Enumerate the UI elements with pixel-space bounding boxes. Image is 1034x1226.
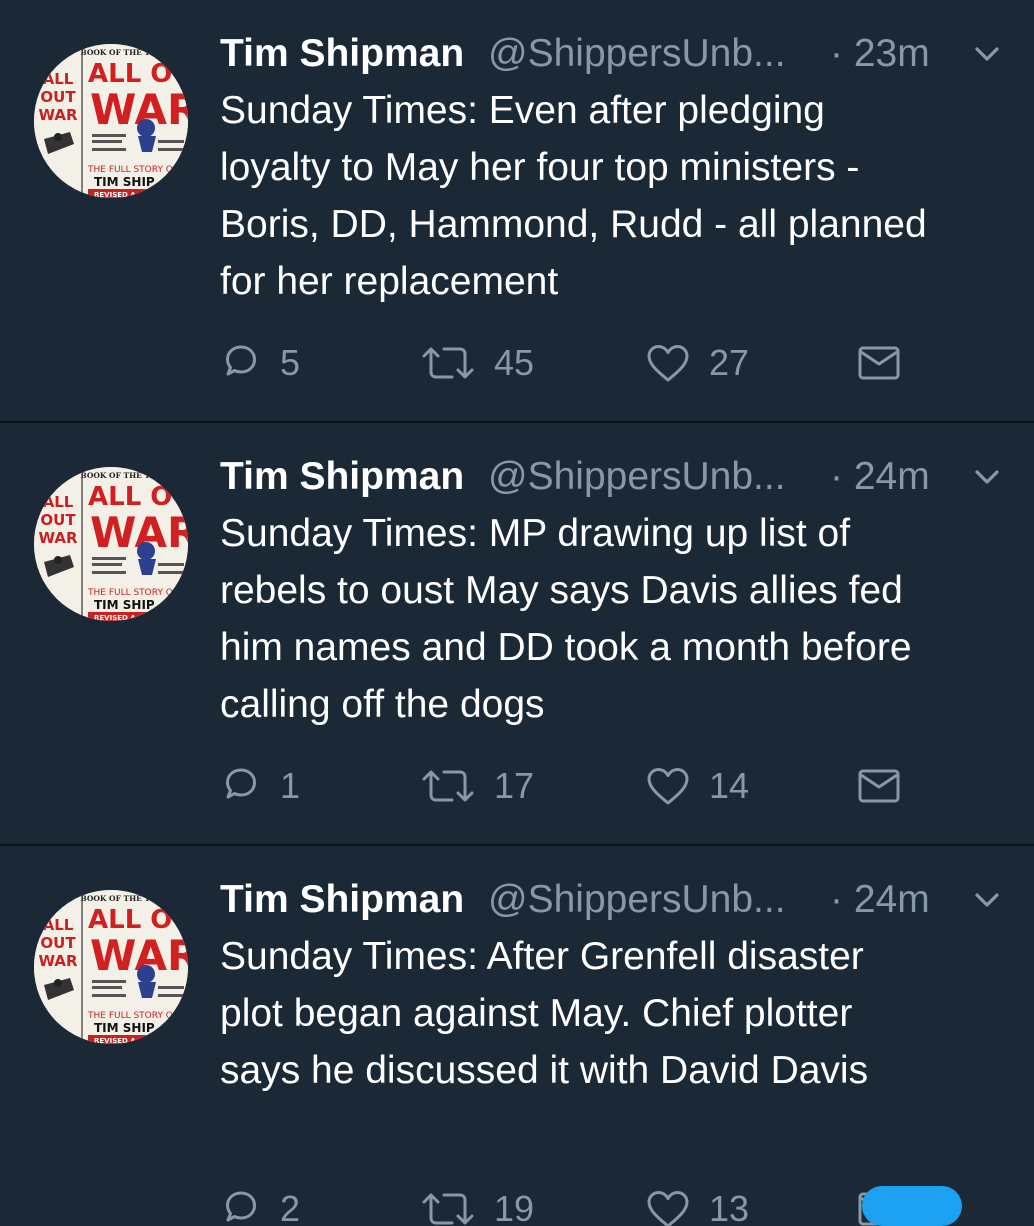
author-handle[interactable]: @ShippersUnb... bbox=[488, 874, 786, 926]
book-cover-text: REVISED A bbox=[94, 191, 136, 198]
chevron-down-icon[interactable] bbox=[972, 42, 1002, 66]
direct-message-button[interactable] bbox=[856, 336, 902, 390]
svg-text:TIM: TIM bbox=[47, 1025, 59, 1032]
book-cover-text: WAR bbox=[38, 529, 77, 547]
envelope-icon bbox=[856, 766, 902, 806]
chevron-down-icon[interactable] bbox=[972, 888, 1002, 912]
book-cover-text: OUT bbox=[40, 88, 76, 106]
chevron-down-icon[interactable] bbox=[972, 465, 1002, 489]
reply-count: 5 bbox=[280, 342, 301, 383]
author-name[interactable]: Tim Shipman bbox=[220, 451, 464, 503]
tweet-actions: 1 17 14 bbox=[220, 759, 920, 813]
book-cover-text: REVISED A bbox=[94, 614, 136, 621]
retweet-button[interactable]: 45 bbox=[420, 336, 534, 390]
reply-button[interactable]: 5 bbox=[220, 336, 300, 390]
reply-icon bbox=[220, 1188, 262, 1226]
retweet-button[interactable]: 19 bbox=[420, 1182, 534, 1226]
like-button[interactable]: 27 bbox=[645, 336, 749, 390]
reply-button[interactable]: 2 bbox=[220, 1182, 300, 1226]
svg-text:TIM: TIM bbox=[47, 602, 59, 609]
book-cover-text: BOOK OF THE YEAR bbox=[80, 48, 168, 57]
envelope-icon bbox=[856, 343, 902, 383]
reply-icon bbox=[220, 342, 262, 384]
retweet-count: 19 bbox=[494, 1188, 535, 1226]
tweet[interactable]: BOOK OF THE YEAR ALL OUT WAR ALL OU WAR … bbox=[0, 423, 1034, 844]
reply-count: 1 bbox=[280, 765, 301, 806]
reply-count: 2 bbox=[280, 1188, 301, 1226]
book-cover-image: BOOK OF THE YEAR ALL OUT WAR ALL OU WAR … bbox=[34, 467, 188, 621]
tweet[interactable]: BOOK OF THE YEAR ALL OUT WAR ALL OU WAR … bbox=[0, 846, 1034, 1226]
timeline: BOOK OF THE YEAR ALL OUT WAR ALL OU WAR … bbox=[0, 0, 1034, 1226]
retweet-count: 45 bbox=[494, 342, 535, 383]
author-handle[interactable]: @ShippersUnb... bbox=[488, 451, 786, 503]
book-cover-text: OUT bbox=[40, 511, 76, 529]
tweet-timestamp[interactable]: · 24m bbox=[830, 451, 930, 503]
svg-text:TIM: TIM bbox=[47, 179, 59, 186]
book-cover-text: REVISED A bbox=[94, 1037, 136, 1044]
heart-icon bbox=[645, 342, 691, 384]
reply-button[interactable]: 1 bbox=[220, 759, 300, 813]
tweet-actions: 2 19 13 bbox=[220, 1182, 920, 1226]
reply-icon bbox=[220, 765, 262, 807]
like-count: 14 bbox=[709, 765, 750, 806]
book-cover-image: BOOK OF THE YEAR ALL OUT WAR ALL OU WAR … bbox=[34, 44, 188, 198]
compose-tweet-button[interactable] bbox=[862, 1186, 962, 1226]
book-cover-text: ALL bbox=[43, 70, 74, 88]
book-cover-text: TIM SHIP bbox=[94, 175, 155, 189]
book-cover-text: ALL bbox=[43, 916, 74, 934]
retweet-icon bbox=[420, 765, 476, 807]
author-name[interactable]: Tim Shipman bbox=[220, 28, 464, 80]
heart-icon bbox=[645, 765, 691, 807]
tweet-header: Tim Shipman @ShippersUnb... · 23m bbox=[220, 28, 1010, 80]
tweet-text: Sunday Times: Even after pledging loyalt… bbox=[220, 89, 927, 303]
book-cover-text: WAR bbox=[38, 106, 77, 124]
tweet-timestamp[interactable]: · 23m bbox=[830, 28, 930, 80]
tweet[interactable]: BOOK OF THE YEAR ALL OUT WAR ALL OU WAR … bbox=[0, 0, 1034, 421]
tweet-actions: 5 45 27 bbox=[220, 336, 920, 390]
like-button[interactable]: 14 bbox=[645, 759, 749, 813]
like-button[interactable]: 13 bbox=[645, 1182, 749, 1226]
book-cover-text: TIM SHIP bbox=[94, 598, 155, 612]
book-cover-text: THE FULL STORY OF BR bbox=[87, 588, 188, 598]
retweet-count: 17 bbox=[494, 765, 535, 806]
book-cover-image: BOOK OF THE YEAR ALL OUT WAR ALL OU WAR … bbox=[34, 890, 188, 1044]
book-cover-text: WAR bbox=[38, 952, 77, 970]
book-cover-text: THE FULL STORY OF BR bbox=[87, 165, 188, 175]
avatar[interactable]: BOOK OF THE YEAR ALL OUT WAR ALL OU WAR … bbox=[34, 44, 188, 198]
heart-icon bbox=[645, 1188, 691, 1226]
tweet-text: Sunday Times: After Grenfell disaster pl… bbox=[220, 935, 869, 1092]
retweet-icon bbox=[420, 1188, 476, 1226]
book-cover-text: TIM SHIP bbox=[94, 1021, 155, 1035]
book-cover-text: THE FULL STORY OF BR bbox=[87, 1011, 188, 1021]
book-cover-text: ALL bbox=[43, 493, 74, 511]
book-cover-text: OUT bbox=[40, 934, 76, 952]
book-cover-text: BOOK OF THE YEAR bbox=[80, 471, 168, 480]
like-count: 27 bbox=[709, 342, 750, 383]
book-cover-text: BOOK OF THE YEAR bbox=[80, 894, 168, 903]
tweet-timestamp[interactable]: · 24m bbox=[830, 874, 930, 926]
retweet-button[interactable]: 17 bbox=[420, 759, 534, 813]
author-name[interactable]: Tim Shipman bbox=[220, 874, 464, 926]
author-handle[interactable]: @ShippersUnb... bbox=[488, 28, 786, 80]
tweet-text: Sunday Times: MP drawing up list of rebe… bbox=[220, 512, 912, 726]
avatar[interactable]: BOOK OF THE YEAR ALL OUT WAR ALL OU WAR … bbox=[34, 467, 188, 621]
tweet-header: Tim Shipman @ShippersUnb... · 24m bbox=[220, 874, 1010, 926]
direct-message-button[interactable] bbox=[856, 759, 902, 813]
retweet-icon bbox=[420, 342, 476, 384]
avatar[interactable]: BOOK OF THE YEAR ALL OUT WAR ALL OU WAR … bbox=[34, 890, 188, 1044]
like-count: 13 bbox=[709, 1188, 750, 1226]
tweet-header: Tim Shipman @ShippersUnb... · 24m bbox=[220, 451, 1010, 503]
